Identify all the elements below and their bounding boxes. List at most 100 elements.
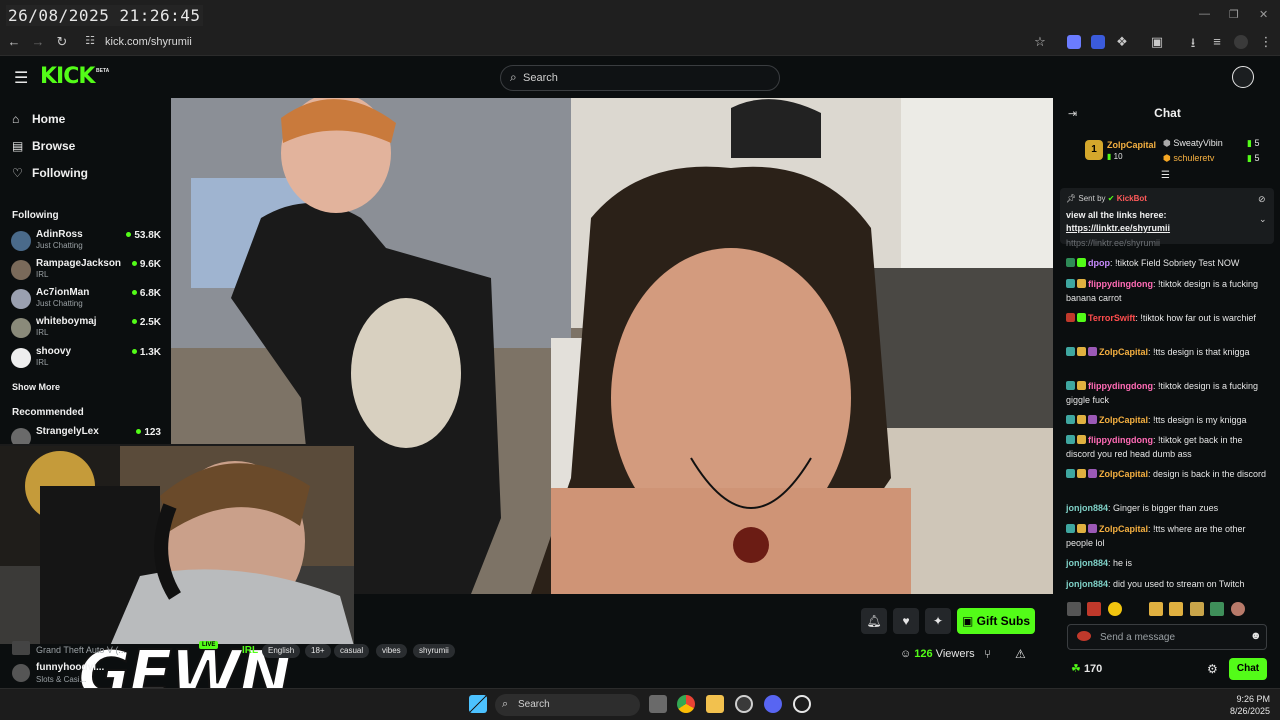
chrome-icon[interactable] xyxy=(677,695,695,713)
tag-casual[interactable]: casual xyxy=(334,644,370,658)
avatar xyxy=(11,348,31,368)
chat-settings-gear-icon[interactable]: ⚙ xyxy=(1207,662,1218,676)
user-avatar[interactable] xyxy=(1232,66,1254,88)
points-icon: ☘ xyxy=(1071,663,1081,675)
download-icon[interactable]: ⭳ xyxy=(1184,34,1202,56)
pinned-text: view all the links heree: xyxy=(1066,210,1167,220)
extensions-puzzle-icon[interactable]: ❖ xyxy=(1113,34,1131,50)
leaderboard-user[interactable]: ⬢ schuleretv xyxy=(1163,153,1214,164)
taskbar-search[interactable]: ⌕ Search xyxy=(495,694,640,716)
chat-message: flippydingdong: !tiktok design is a fuck… xyxy=(1066,381,1259,405)
viewers-icon: ☺ xyxy=(900,648,912,660)
emote-icon xyxy=(1107,602,1122,616)
search-icon: ⌕ xyxy=(502,698,509,710)
pinned-link[interactable]: https://linktr.ee/shyrumii xyxy=(1066,223,1170,233)
gift-subs-button[interactable]: ▣ Gift Subs xyxy=(957,608,1035,634)
stream-category-link[interactable]: IRL xyxy=(242,645,258,656)
profile-avatar-icon[interactable] xyxy=(1234,35,1248,49)
followed-channel[interactable]: AdinRoss Just Chatting 53.8K xyxy=(11,229,161,255)
chat-message: jonjon884: he is xyxy=(1066,558,1133,568)
recording-datetime-overlay: 26/08/2025 21:26:45 xyxy=(6,5,203,26)
kick-logo[interactable]: KICK xyxy=(40,64,95,89)
viewer-count: 9.6K xyxy=(131,259,161,270)
tag-18plus[interactable]: 18+ xyxy=(305,644,331,658)
discord-icon[interactable] xyxy=(764,695,782,713)
send-chat-button[interactable]: Chat xyxy=(1229,658,1267,680)
restore-icon[interactable]: ❐ xyxy=(1229,8,1239,21)
back-icon[interactable]: ← xyxy=(5,34,23,49)
emote-icon xyxy=(1128,602,1143,616)
notification-bell-button[interactable]: 🔔︎ xyxy=(861,608,887,634)
windows-start-icon[interactable] xyxy=(469,695,487,713)
minimize-icon[interactable]: — xyxy=(1199,8,1210,20)
sidebar-item-following[interactable]: ♡ Following xyxy=(12,166,88,180)
chat-message-input[interactable] xyxy=(1100,630,1250,644)
sidebar-item-home[interactable]: ⌂ Home xyxy=(12,112,65,126)
sidebar-panel-icon[interactable]: ▣ xyxy=(1148,34,1166,50)
extension-icon[interactable] xyxy=(1067,35,1081,49)
more-menu-icon[interactable]: ⋮ xyxy=(1257,34,1275,50)
below-webcam-category: Grand Theft Auto V (... xyxy=(36,645,126,655)
channel-name: shoovy xyxy=(36,346,72,357)
avatar xyxy=(11,260,31,280)
media-control-icon[interactable]: ≡ xyxy=(1208,34,1226,49)
reload-icon[interactable]: ↻ xyxy=(53,34,71,50)
system-clock[interactable]: 9:26 PM 8/26/2025 xyxy=(1220,693,1270,717)
followed-channel[interactable]: Ac7ionMan Just Chatting 6.8K xyxy=(11,287,161,313)
category-thumbnail xyxy=(12,641,30,655)
browser-title-bar: 26/08/2025 21:26:45 — ❐ ✕ xyxy=(0,0,1280,30)
chevron-down-icon[interactable]: ⌄ xyxy=(1259,214,1267,225)
address-bar[interactable]: kick.com/shyrumii xyxy=(105,36,192,48)
forward-icon[interactable]: → xyxy=(29,34,47,49)
task-view-icon[interactable] xyxy=(649,695,667,713)
emoji-picker-icon[interactable]: ☻ xyxy=(1250,630,1262,642)
tag-vibes[interactable]: vibes xyxy=(376,644,407,658)
chat-title: Chat xyxy=(1154,106,1181,120)
followed-channel[interactable]: RampageJackson IRL 9.6K xyxy=(11,258,161,284)
chat-message: flippydingdong: !tiktok get back in the … xyxy=(1066,435,1243,459)
emote-icon xyxy=(1087,602,1102,616)
search-input[interactable] xyxy=(523,70,773,86)
channel-name: Ac7ionMan xyxy=(36,287,90,298)
streamer-webcam-overlay xyxy=(0,444,354,644)
boost-button[interactable]: ✦ xyxy=(925,608,951,634)
expand-leaderboard-icon[interactable]: ☰ xyxy=(1161,170,1170,181)
channel-name: whiteboymaj xyxy=(36,316,97,327)
emote-icon xyxy=(1067,602,1081,616)
chat-message: https://linktr.ee/shyrumii xyxy=(1066,238,1161,248)
search-bar[interactable]: ⌕ xyxy=(500,65,780,91)
gift-icon: ▣ xyxy=(961,614,974,628)
viewer-count: 1.3K xyxy=(131,347,161,358)
viewer-count: 6.8K xyxy=(131,288,161,299)
follow-heart-button[interactable]: ♥ xyxy=(893,608,919,634)
tag-english[interactable]: English xyxy=(262,644,301,658)
sidebar-item-browse[interactable]: ▤ Browse xyxy=(12,139,75,153)
chat-input-box[interactable]: ☻ xyxy=(1067,624,1267,650)
unpin-icon[interactable]: ⊘ xyxy=(1258,194,1266,205)
extension-icon[interactable] xyxy=(1091,35,1105,49)
clock-app-icon[interactable] xyxy=(793,695,811,713)
channel-name[interactable]: funnyhoodvi... xyxy=(36,662,104,673)
leaderboard-top-user[interactable]: ZolpCapital xyxy=(1107,140,1156,150)
tag-shyrumii[interactable]: shyrumii xyxy=(413,644,455,658)
share-icon[interactable]: ⑂ xyxy=(984,647,991,661)
search-icon: ⌕ xyxy=(510,70,517,84)
viewer-count: 123 xyxy=(136,427,161,438)
chat-message: jonjon884: did you used to stream on Twi… xyxy=(1066,579,1245,589)
leaderboard-user[interactable]: ⬢ SweatyVibin xyxy=(1163,138,1223,149)
close-icon[interactable]: ✕ xyxy=(1259,8,1268,21)
site-info-icon[interactable]: ☷ xyxy=(81,34,99,47)
channel-points[interactable]: ☘ 170 xyxy=(1071,662,1102,675)
followed-channel[interactable]: shoovy IRL 1.3K xyxy=(11,346,161,372)
followed-channel[interactable]: whiteboymaj IRL 2.5K xyxy=(11,316,161,342)
report-icon[interactable]: ⚠ xyxy=(1015,647,1026,661)
steam-icon[interactable] xyxy=(735,695,753,713)
site-header: ☰ KICK BETA ⌕ xyxy=(0,57,1280,98)
channel-category: IRL xyxy=(36,328,49,337)
sidebar-item-label: Browse xyxy=(32,139,76,153)
show-more-button[interactable]: Show More xyxy=(12,382,60,392)
menu-icon[interactable]: ☰ xyxy=(14,68,28,88)
emote-bar[interactable] xyxy=(1067,602,1267,618)
bookmark-star-icon[interactable]: ☆ xyxy=(1031,34,1049,50)
file-explorer-icon[interactable] xyxy=(706,695,724,713)
